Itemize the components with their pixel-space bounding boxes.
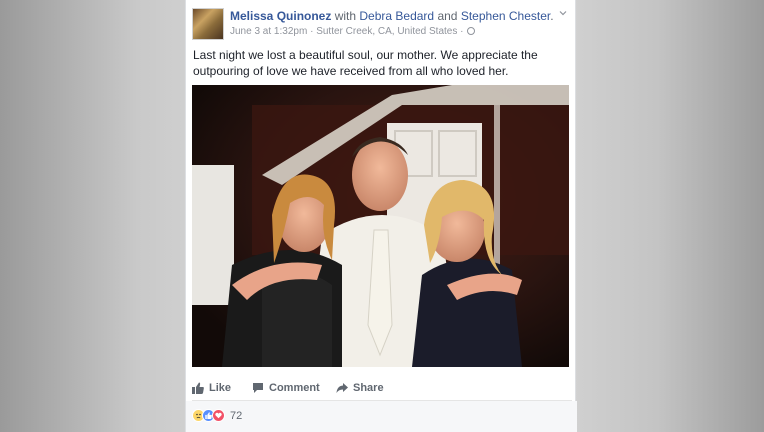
- tagged-person-1[interactable]: Debra Bedard: [359, 9, 434, 23]
- post-text: Last night we lost a beautiful soul, our…: [193, 48, 538, 78]
- avatar[interactable]: [192, 8, 224, 40]
- globe-icon: [467, 27, 476, 35]
- share-button[interactable]: Share: [336, 378, 384, 398]
- reactions-summary[interactable]: 72: [192, 409, 242, 422]
- like-button[interactable]: Like: [192, 378, 231, 398]
- and-text: and: [437, 9, 458, 23]
- share-icon: [336, 383, 348, 393]
- with-text: with: [334, 9, 357, 23]
- love-icon: [212, 409, 225, 422]
- meta-separator: ·: [310, 26, 314, 37]
- post-meta: June 3 at 1:32pm · Sutter Creek, CA, Uni…: [230, 26, 476, 37]
- share-label: Share: [353, 382, 384, 394]
- post-author-line: Melissa Quinonez with Debra Bedard and S…: [230, 9, 554, 23]
- location[interactable]: Sutter Creek, CA, United States: [316, 26, 457, 37]
- reaction-count: 72: [230, 409, 243, 422]
- post-header: Melissa Quinonez with Debra Bedard and S…: [192, 8, 572, 40]
- period-text: .: [550, 9, 554, 23]
- comment-label: Comment: [269, 382, 320, 394]
- post-actions: Like Comment Share: [192, 378, 572, 398]
- tagged-person-2[interactable]: Stephen Chester: [461, 9, 550, 23]
- like-label: Like: [209, 382, 232, 394]
- post-photo[interactable]: [192, 85, 569, 367]
- post-card: Melissa Quinonez with Debra Bedard and S…: [185, 0, 577, 432]
- timestamp[interactable]: June 3 at 1:32pm: [230, 26, 307, 37]
- photo-illustration: [192, 85, 569, 367]
- chevron-down-icon[interactable]: [558, 8, 568, 18]
- comment-icon: [253, 383, 263, 393]
- comment-button[interactable]: Comment: [252, 378, 320, 398]
- thumbs-up-icon: [192, 382, 204, 394]
- reactions-bar: 72: [186, 401, 577, 432]
- author-link[interactable]: Melissa Quinonez: [230, 9, 331, 23]
- meta-separator-2: ·: [460, 26, 464, 37]
